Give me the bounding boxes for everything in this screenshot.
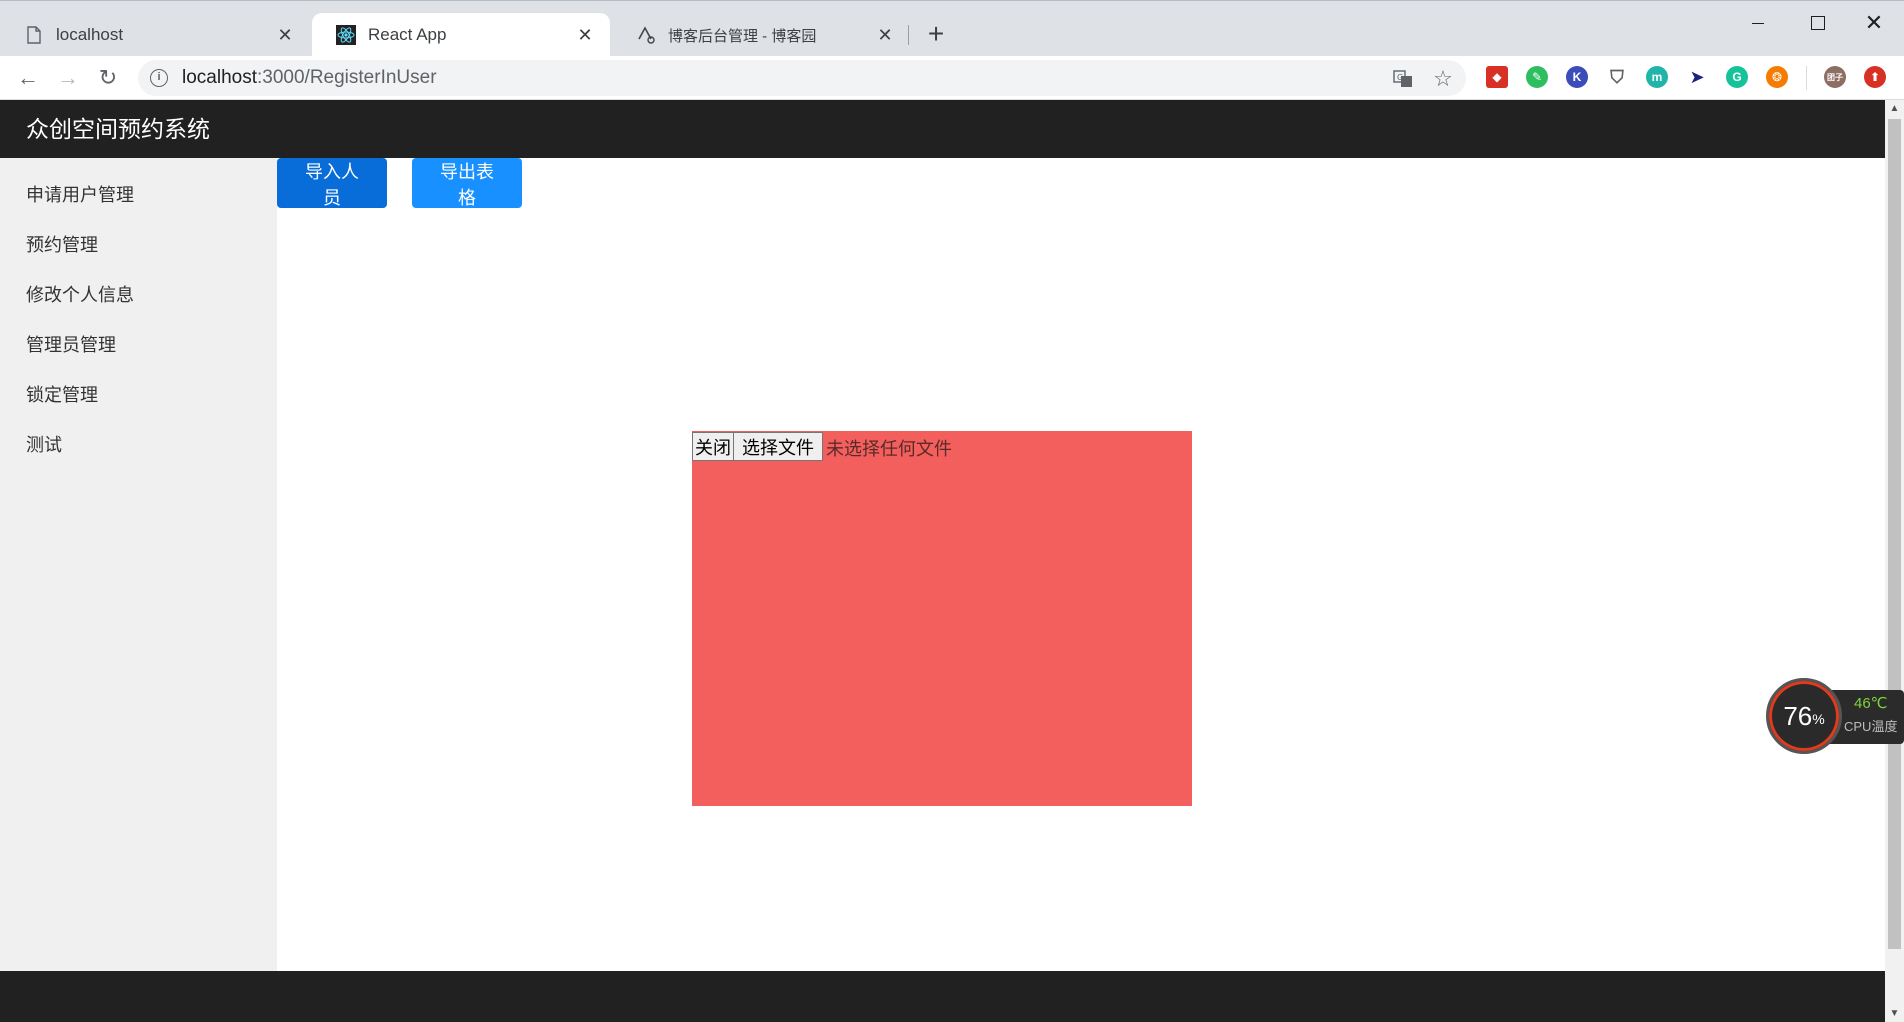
bookmark-star-icon[interactable]: ☆ — [1432, 66, 1454, 91]
cpu-temperature-label: CPU温度 — [1844, 719, 1898, 734]
cpu-usage-dial: 76% — [1766, 678, 1842, 754]
import-people-button[interactable]: 导入人员 — [277, 158, 387, 208]
site-info-icon[interactable]: i — [150, 69, 168, 87]
url-path: :3000/RegisterInUser — [257, 67, 437, 88]
cpu-temperature: 46℃ — [1854, 695, 1888, 712]
update-icon[interactable]: ⬆ — [1864, 66, 1886, 88]
browser-toolbar: ← → ↻ i localhost:3000/RegisterInUser G … — [0, 56, 1904, 100]
menu-item-reservations[interactable]: 预约管理 — [0, 220, 277, 270]
react-icon — [336, 25, 356, 45]
import-modal: 关闭 选择文件 未选择任何文件 — [692, 431, 1192, 806]
tab-close-icon[interactable]: ✕ — [274, 24, 296, 46]
app-footer — [0, 971, 1885, 1022]
translate-icon[interactable]: G — [1392, 68, 1414, 90]
cpu-usage-unit: % — [1812, 711, 1825, 727]
tab-react-app[interactable]: React App ✕ — [312, 13, 610, 57]
url-host: localhost — [182, 67, 257, 88]
export-table-button[interactable]: 导出表格 — [412, 158, 522, 208]
evernote-icon[interactable]: ✎ — [1526, 66, 1548, 88]
bookmark-icon[interactable]: ⛉ — [1606, 66, 1628, 88]
tab-separator — [908, 25, 909, 45]
modal-close-button[interactable]: 关闭 — [692, 432, 734, 461]
menu-item-admins[interactable]: 管理员管理 — [0, 320, 277, 370]
scroll-down-icon[interactable]: ▼ — [1885, 1005, 1904, 1022]
tab-title: 博客后台管理 - 博客园 — [668, 27, 817, 45]
forward-icon[interactable]: → — [52, 62, 84, 94]
scroll-up-icon[interactable]: ▲ — [1885, 100, 1904, 117]
window-close-icon[interactable]: ✕ — [1846, 5, 1902, 41]
cursor-extension-icon[interactable]: ➤ — [1686, 66, 1708, 88]
profile-avatar-icon[interactable]: 团子 — [1824, 66, 1846, 88]
cnblogs-icon — [636, 25, 656, 45]
new-tab-icon[interactable]: + — [920, 19, 952, 51]
minimize-icon[interactable] — [1730, 5, 1786, 41]
menu-item-applicant-users[interactable]: 申请用户管理 — [0, 170, 277, 220]
svg-text:G: G — [1397, 73, 1403, 82]
app-header: 众创空间预约系统 — [0, 100, 1885, 158]
cpu-monitor-widget[interactable]: 46℃ CPU温度 76% — [1766, 678, 1904, 754]
address-bar[interactable]: i localhost:3000/RegisterInUser G ☆ — [138, 60, 1466, 96]
tab-cnblogs[interactable]: 博客后台管理 - 博客园 ✕ — [612, 13, 910, 57]
menu-item-lock[interactable]: 锁定管理 — [0, 370, 277, 420]
choose-file-button[interactable]: 选择文件 — [733, 432, 823, 461]
cpu-usage-value: 76 — [1783, 700, 1813, 731]
scroll-thumb[interactable] — [1888, 119, 1901, 949]
page-icon — [24, 25, 44, 45]
tab-close-icon[interactable]: ✕ — [574, 24, 596, 46]
extension-orange-icon[interactable]: ❂ — [1766, 66, 1788, 88]
tab-close-icon[interactable]: ✕ — [874, 24, 896, 46]
reload-icon[interactable]: ↻ — [92, 62, 124, 94]
app-title: 众创空间预约系统 — [26, 116, 210, 142]
page-scrollbar[interactable]: ▲ ▼ — [1885, 100, 1904, 1022]
extension-m-icon[interactable]: m — [1646, 66, 1668, 88]
extension-red-icon[interactable]: ◆ — [1486, 66, 1508, 88]
tab-title: React App — [368, 25, 447, 44]
file-status-text: 未选择任何文件 — [826, 439, 952, 459]
grammarly-icon[interactable]: G — [1726, 66, 1748, 88]
tab-title: localhost — [56, 25, 124, 44]
back-icon[interactable]: ← — [12, 62, 44, 94]
menu-item-test[interactable]: 测试 — [0, 420, 277, 470]
maximize-icon[interactable] — [1790, 5, 1846, 41]
toolbar-separator — [1806, 66, 1807, 90]
tab-strip: localhost ✕ React App ✕ 博客后台管理 - 博客园 ✕ +… — [0, 0, 1904, 57]
extension-k-icon[interactable]: K — [1566, 66, 1588, 88]
tab-localhost[interactable]: localhost ✕ — [0, 13, 310, 57]
sidebar: 申请用户管理 预约管理 修改个人信息 管理员管理 锁定管理 测试 — [0, 158, 277, 971]
menu-item-profile[interactable]: 修改个人信息 — [0, 270, 277, 320]
